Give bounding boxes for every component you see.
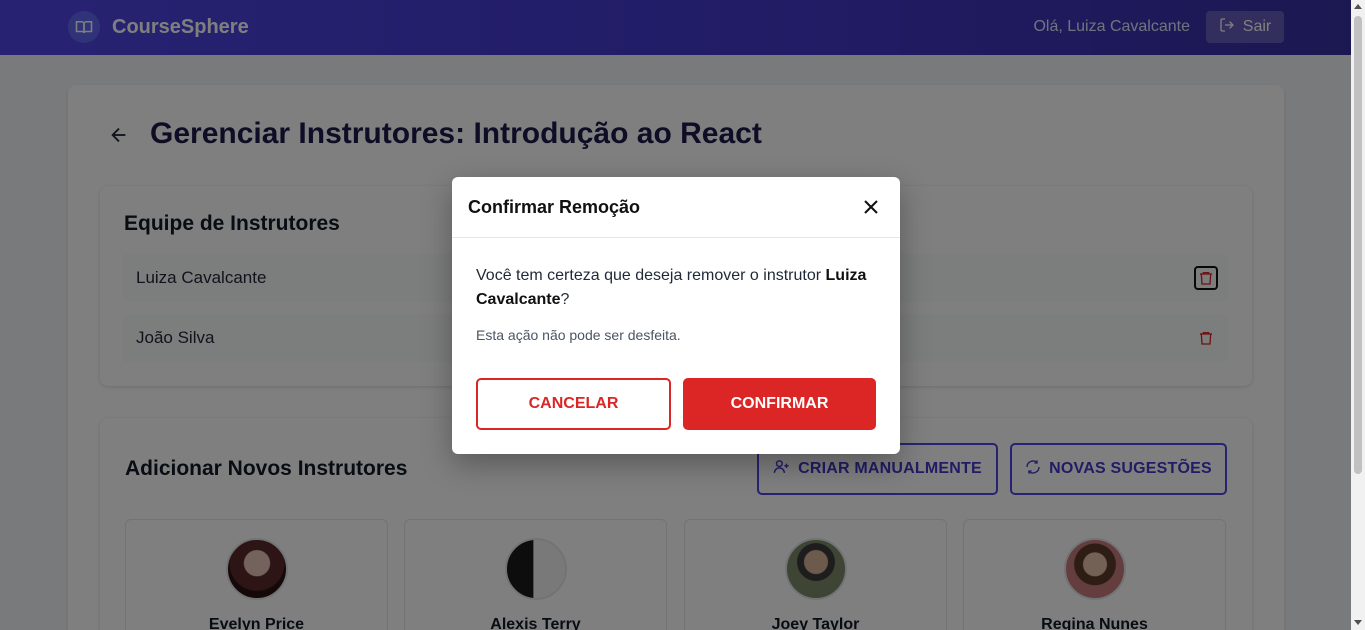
confirm-button[interactable]: CONFIRMAR	[683, 378, 876, 430]
scroll-up-arrow-icon[interactable]	[1354, 4, 1362, 9]
dialog-title: Confirmar Remoção	[468, 197, 641, 217]
scrollbar[interactable]	[1351, 0, 1365, 630]
scroll-thumb[interactable]	[1354, 16, 1362, 474]
dialog-header: Confirmar Remoção	[452, 177, 900, 238]
confirm-removal-dialog: Confirmar Remoção Você tem certeza que d…	[452, 177, 900, 454]
dialog-message-text: Você tem certeza que deseja remover o in…	[476, 267, 822, 284]
dialog-message-suffix: ?	[560, 291, 570, 308]
close-icon[interactable]	[860, 196, 882, 218]
scroll-down-arrow-icon[interactable]	[1354, 620, 1362, 625]
dialog-message: Você tem certeza que deseja remover o in…	[476, 264, 876, 312]
dialog-note: Esta ação não pode ser desfeita.	[476, 327, 681, 343]
cancel-button[interactable]: CANCELAR	[476, 378, 671, 430]
